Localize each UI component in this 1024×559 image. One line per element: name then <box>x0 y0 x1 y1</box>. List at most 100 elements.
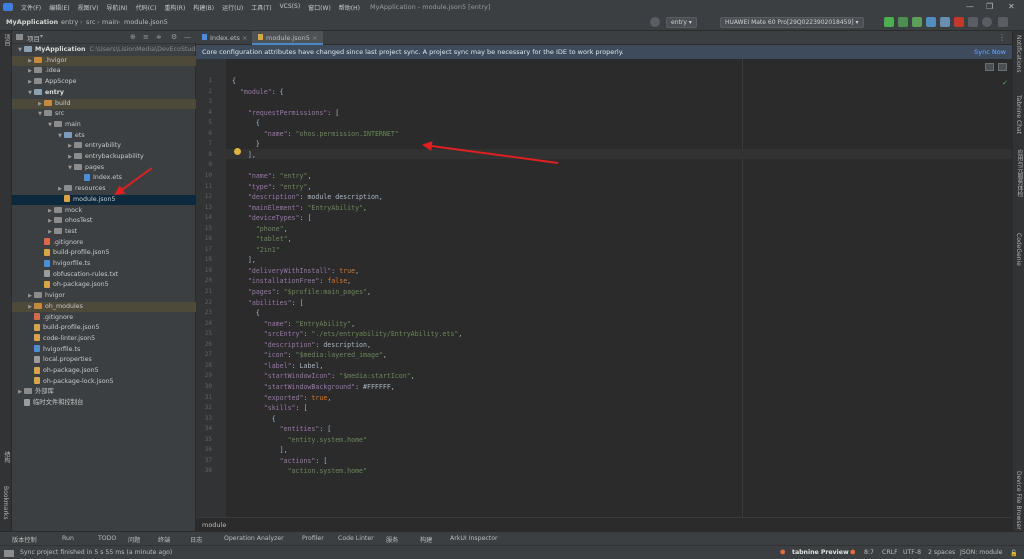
chevron-down-icon[interactable]: ▾ <box>40 33 43 40</box>
attach-icon[interactable] <box>926 17 936 27</box>
code-line[interactable]: "abilities": [ <box>232 299 304 307</box>
tab-index-ets[interactable]: Index.ets × <box>196 31 253 45</box>
code-line[interactable]: "srcEntry": "./ets/entryability/EntryAbi… <box>232 330 463 338</box>
code-line[interactable]: "actions": [ <box>232 457 328 465</box>
code-line[interactable]: "startWindowIcon": "$media:startIcon", <box>232 372 415 380</box>
tree-item[interactable]: ▶ AppScope <box>12 77 196 88</box>
project-tool-tab[interactable]: 项目 <box>2 34 11 46</box>
tree-item[interactable]: local.properties <box>12 355 196 366</box>
menu-item[interactable]: 视图(V) <box>74 3 103 12</box>
menu-item[interactable]: 编辑(E) <box>45 3 73 12</box>
tree-item[interactable]: ▼ pages <box>12 163 196 174</box>
tree-item[interactable]: ▼ MyApplication C:\Users\LisionMedia\DevEc… <box>12 45 201 56</box>
code-line[interactable]: "name": "EntryAbility", <box>232 320 355 328</box>
menu-item[interactable]: 构建(B) <box>189 3 218 12</box>
tree-item[interactable]: ▶ ohosTest <box>12 216 196 227</box>
code-line[interactable]: "2in1" <box>232 246 280 254</box>
menu-item[interactable]: 文件(F) <box>17 3 45 12</box>
tree-item[interactable]: ▼ ets <box>12 131 196 142</box>
search-icon[interactable] <box>982 17 992 27</box>
tree-item[interactable]: obfuscation-rules.txt <box>12 270 196 281</box>
collapse-arrow-icon[interactable]: ▶ <box>46 227 54 238</box>
tool-window-tab[interactable]: 构建 <box>420 535 432 544</box>
code-line[interactable]: "entities": [ <box>232 425 332 433</box>
tab-module-json5[interactable]: module.json5 × <box>252 31 324 45</box>
sync-now-link[interactable]: Sync Now <box>974 48 1006 56</box>
structure-tool-tab[interactable]: 结构 <box>2 451 11 463</box>
code-line[interactable]: "startWindowBackground": #FFFFFF, <box>232 383 395 391</box>
menu-item[interactable]: 帮助(H) <box>335 3 364 12</box>
tree-item[interactable]: ▶ entryability <box>12 141 196 152</box>
tool-window-tab[interactable]: TODO <box>98 535 116 542</box>
breadcrumb-entry[interactable]: entry <box>61 18 78 26</box>
code-editor[interactable]: 1 2 3 4 5 6 7 8 9 10 11 12 13 14 15 16 17 18 19 20 21 22 23 24 2… <box>196 59 1012 517</box>
codegenie-tool-tab[interactable]: CodeGenie <box>1015 233 1022 266</box>
more-tabs-icon[interactable]: ⋮ <box>998 33 1006 42</box>
indent-setting[interactable]: 2 spaces <box>928 549 955 556</box>
expand-arrow-icon[interactable]: ▼ <box>16 45 24 56</box>
inspection-ok-icon[interactable]: ✓ <box>1002 79 1008 87</box>
line-separator[interactable]: CRLF <box>882 549 898 556</box>
panel-toggle-icon[interactable] <box>4 550 14 557</box>
hide-panel-icon[interactable]: — <box>184 33 191 41</box>
tree-item[interactable]: ▶ test <box>12 227 196 238</box>
tree-item[interactable]: ▶ build <box>12 98 196 110</box>
menu-item[interactable]: 工具(T) <box>247 3 275 12</box>
code-line[interactable]: "exported": true, <box>232 394 332 402</box>
breadcrumb-main[interactable]: main <box>102 18 118 26</box>
lightbulb-icon[interactable] <box>234 148 241 155</box>
expand-arrow-icon[interactable]: ▼ <box>46 120 54 131</box>
collapse-arrow-icon[interactable]: ▶ <box>56 184 64 195</box>
sync-icon[interactable] <box>968 17 978 27</box>
tool-window-tab[interactable]: 服务 <box>386 535 398 544</box>
code-line[interactable]: ], <box>232 446 288 454</box>
menu-item[interactable]: 运行(U) <box>218 3 247 12</box>
notifications-tool-tab[interactable]: Notifications <box>1015 35 1022 73</box>
cursor-position[interactable]: 8:7 <box>864 549 874 556</box>
code-line[interactable]: "deviceTypes": [ <box>232 214 312 222</box>
close-tab-icon[interactable]: × <box>242 34 247 42</box>
code-line[interactable]: "pages": "$profile:main_pages", <box>232 288 371 296</box>
code-line[interactable]: "icon": "$media:layered_image", <box>232 351 387 359</box>
code-line[interactable]: "type": "entry", <box>232 183 312 191</box>
collapse-arrow-icon[interactable]: ▶ <box>16 387 24 398</box>
tree-item[interactable]: hvigorfile.ts <box>12 345 196 356</box>
collapse-arrow-icon[interactable]: ▶ <box>26 291 34 302</box>
reader-mode-icon[interactable] <box>985 63 994 71</box>
tree-item[interactable]: .gitignore <box>12 238 196 249</box>
code-line[interactable]: "deliveryWithInstall": true, <box>232 267 359 275</box>
collapse-arrow-icon[interactable]: ▶ <box>46 206 54 217</box>
tool-window-tab[interactable]: ArkUI Inspector <box>450 535 498 542</box>
reload-icon[interactable] <box>940 17 950 27</box>
tree-item[interactable]: ▶ .idea <box>12 66 196 77</box>
code-line[interactable]: { <box>232 415 276 423</box>
code-line[interactable]: "skills": [ <box>232 404 308 412</box>
code-line[interactable]: "entity.system.home" <box>232 436 367 444</box>
collapse-arrow-icon[interactable]: ▶ <box>26 77 34 88</box>
close-icon[interactable]: ✕ <box>1008 2 1015 11</box>
tree-item[interactable]: oh-package.json5 <box>12 280 196 291</box>
tree-item[interactable]: build-profile.json5 <box>12 323 196 334</box>
code-line[interactable]: { <box>232 77 236 85</box>
code-line[interactable]: ], <box>232 256 256 264</box>
tabnine-status[interactable]: tabnine Preview <box>792 549 849 556</box>
code-line[interactable]: "name": "entry", <box>232 172 312 180</box>
tree-item[interactable]: ▶ .hvigor <box>12 55 196 67</box>
expand-arrow-icon[interactable]: ▼ <box>66 163 74 174</box>
tree-item[interactable]: ▶ mock <box>12 206 196 217</box>
settings-gear-icon[interactable] <box>650 17 660 27</box>
debug-icon[interactable] <box>898 17 908 27</box>
collapse-all-icon[interactable]: ≑ <box>156 33 162 41</box>
menu-item[interactable]: 重构(R) <box>160 3 189 12</box>
tool-window-tab[interactable]: 版本控制 <box>12 535 37 544</box>
code-line[interactable]: "tablet", <box>232 235 292 243</box>
file-encoding[interactable]: UTF-8 <box>903 549 921 556</box>
tree-item[interactable]: ▼ src <box>12 109 196 120</box>
code-line[interactable]: "description": description, <box>232 341 371 349</box>
expand-arrow-icon[interactable]: ▼ <box>36 109 44 120</box>
close-tab-icon[interactable]: × <box>312 34 317 42</box>
run-config-select[interactable]: entry ▾ <box>666 17 697 28</box>
code-line[interactable]: "action.system.home" <box>232 467 367 475</box>
collapse-arrow-icon[interactable]: ▶ <box>66 152 74 163</box>
tree-item[interactable]: ▼ entry <box>12 88 196 99</box>
